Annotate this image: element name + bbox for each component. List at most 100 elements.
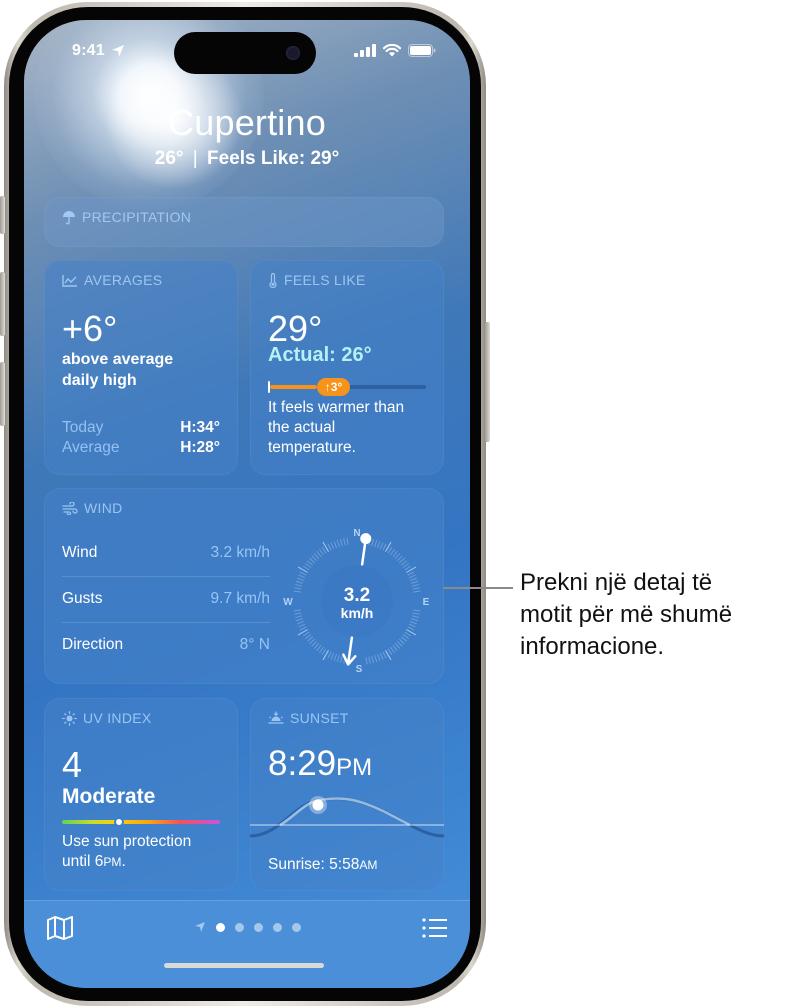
compass-tick xyxy=(399,557,405,564)
compass-tick xyxy=(374,655,378,663)
sunset-card[interactable]: SUNSET 8:29PM Sunrise: 5:58AM xyxy=(250,698,444,891)
row-value: 8° N xyxy=(239,636,270,653)
difference-fill xyxy=(270,385,317,389)
card-header: FEELS LIKE xyxy=(268,272,366,288)
page-dot[interactable] xyxy=(234,922,244,932)
compass-tick xyxy=(382,543,387,551)
card-title: PRECIPITATION xyxy=(82,209,192,225)
row-label: Gusts xyxy=(62,590,103,607)
compass-tick xyxy=(306,560,314,566)
compass-tick xyxy=(412,587,420,590)
compass-tick xyxy=(309,557,315,564)
wifi-icon xyxy=(383,44,401,57)
compass-tick xyxy=(293,609,301,612)
sun-path-below xyxy=(250,797,444,838)
compass-tick xyxy=(299,571,307,576)
compass-tick xyxy=(304,562,312,568)
compass-tick xyxy=(309,638,315,645)
city-name: Cupertino xyxy=(168,102,326,143)
compass-tick xyxy=(390,646,396,654)
compass-tick xyxy=(411,580,419,584)
page-dot[interactable] xyxy=(253,922,263,932)
cellular-signal-icon xyxy=(354,44,376,57)
compass-tick xyxy=(316,550,322,558)
uv-index-card[interactable]: UV INDEX 4 Moderate Use sun protection u… xyxy=(44,698,238,891)
compass-tick xyxy=(336,655,340,663)
compass-tick xyxy=(303,565,310,571)
advice-meridiem: PM xyxy=(103,855,122,869)
card-title: SUNSET xyxy=(290,710,349,726)
feels-like-desc-3: temperature. xyxy=(268,439,356,456)
compass-tick xyxy=(411,615,419,619)
compass-tick xyxy=(407,626,415,631)
compass-tick xyxy=(379,542,384,550)
sunrise-meridiem: AM xyxy=(359,858,378,872)
compass-tick xyxy=(408,574,416,579)
compass-unit: km/h xyxy=(341,605,374,621)
compass-tick xyxy=(376,541,381,548)
compass-tick xyxy=(368,656,371,664)
compass-tick xyxy=(311,555,318,562)
feels-like-card[interactable]: FEELS LIKE 29° Actual: 26° ↑3° It feels … xyxy=(250,260,444,475)
side-button xyxy=(485,322,490,442)
row-value: 9.7 km/h xyxy=(210,590,270,607)
compass-tick xyxy=(407,571,415,576)
page-dot[interactable] xyxy=(215,922,225,932)
compass-tick xyxy=(390,548,396,556)
page-dot[interactable] xyxy=(272,922,282,932)
compass-tick xyxy=(303,631,310,637)
compass-tick xyxy=(316,644,322,652)
compass-tick xyxy=(318,548,324,556)
compass-tick xyxy=(371,655,375,663)
status-time: 9:41 xyxy=(72,42,125,60)
card-title: WIND xyxy=(84,500,123,516)
precipitation-card[interactable]: PRECIPITATION xyxy=(44,197,444,247)
sunset-time: 8:29PM xyxy=(268,744,372,784)
compass-tick xyxy=(411,583,419,587)
compass-tick xyxy=(297,577,304,582)
home-indicator[interactable] xyxy=(164,963,324,968)
row-value: 3.2 km/h xyxy=(210,544,270,561)
difference-badge: ↑3° xyxy=(316,378,351,396)
page-dot[interactable] xyxy=(291,922,301,932)
compass-tick xyxy=(408,623,416,628)
callout-line-2: motit për më shumë xyxy=(520,601,733,628)
compass-s: S xyxy=(356,664,363,675)
compass-tick xyxy=(394,553,401,559)
actual-temp: Actual: 26° xyxy=(268,344,372,366)
averages-card[interactable]: AVERAGES +6° above average daily high To… xyxy=(44,260,238,475)
page-indicator[interactable] xyxy=(24,921,470,933)
averages-row-average: Average H:28° xyxy=(62,439,220,457)
compass-tick xyxy=(327,651,332,659)
compass-tick xyxy=(400,636,408,642)
sunset-clock: 8:29 xyxy=(268,744,337,783)
compass-tick xyxy=(298,574,306,579)
uv-value: 4 xyxy=(62,744,83,785)
compass-tick xyxy=(371,539,375,547)
wind-icon xyxy=(62,501,78,515)
compass-tick xyxy=(400,560,408,566)
compass-tick xyxy=(336,539,340,547)
compass-tick xyxy=(295,580,303,584)
compass-tick xyxy=(387,648,393,655)
averages-desc-1: above average xyxy=(62,351,174,368)
compass-tick xyxy=(330,542,335,550)
compass-tick xyxy=(297,620,304,625)
list-icon[interactable] xyxy=(422,917,448,939)
separator: | xyxy=(192,148,198,169)
camera-lens xyxy=(286,46,300,60)
sunrise-label: Sunrise: 5:58 xyxy=(268,856,360,873)
uv-scale-marker xyxy=(113,817,124,827)
feels-like-summary: Feels Like: 29° xyxy=(207,148,340,169)
compass-tick xyxy=(374,539,378,547)
compass-tick xyxy=(394,643,401,649)
compass-tick xyxy=(379,652,384,660)
volume-down-button xyxy=(0,362,5,426)
compass-tick xyxy=(365,657,368,665)
row-label: Today xyxy=(62,419,104,436)
compass-tick xyxy=(313,553,320,559)
wind-row-speed: Wind 3.2 km/h xyxy=(62,530,270,576)
sunrise-time: Sunrise: 5:58AM xyxy=(268,855,377,876)
compass-tick xyxy=(392,550,398,558)
wind-card[interactable]: WIND Wind 3.2 km/h Gusts 9.7 km/h Direct… xyxy=(44,488,444,684)
